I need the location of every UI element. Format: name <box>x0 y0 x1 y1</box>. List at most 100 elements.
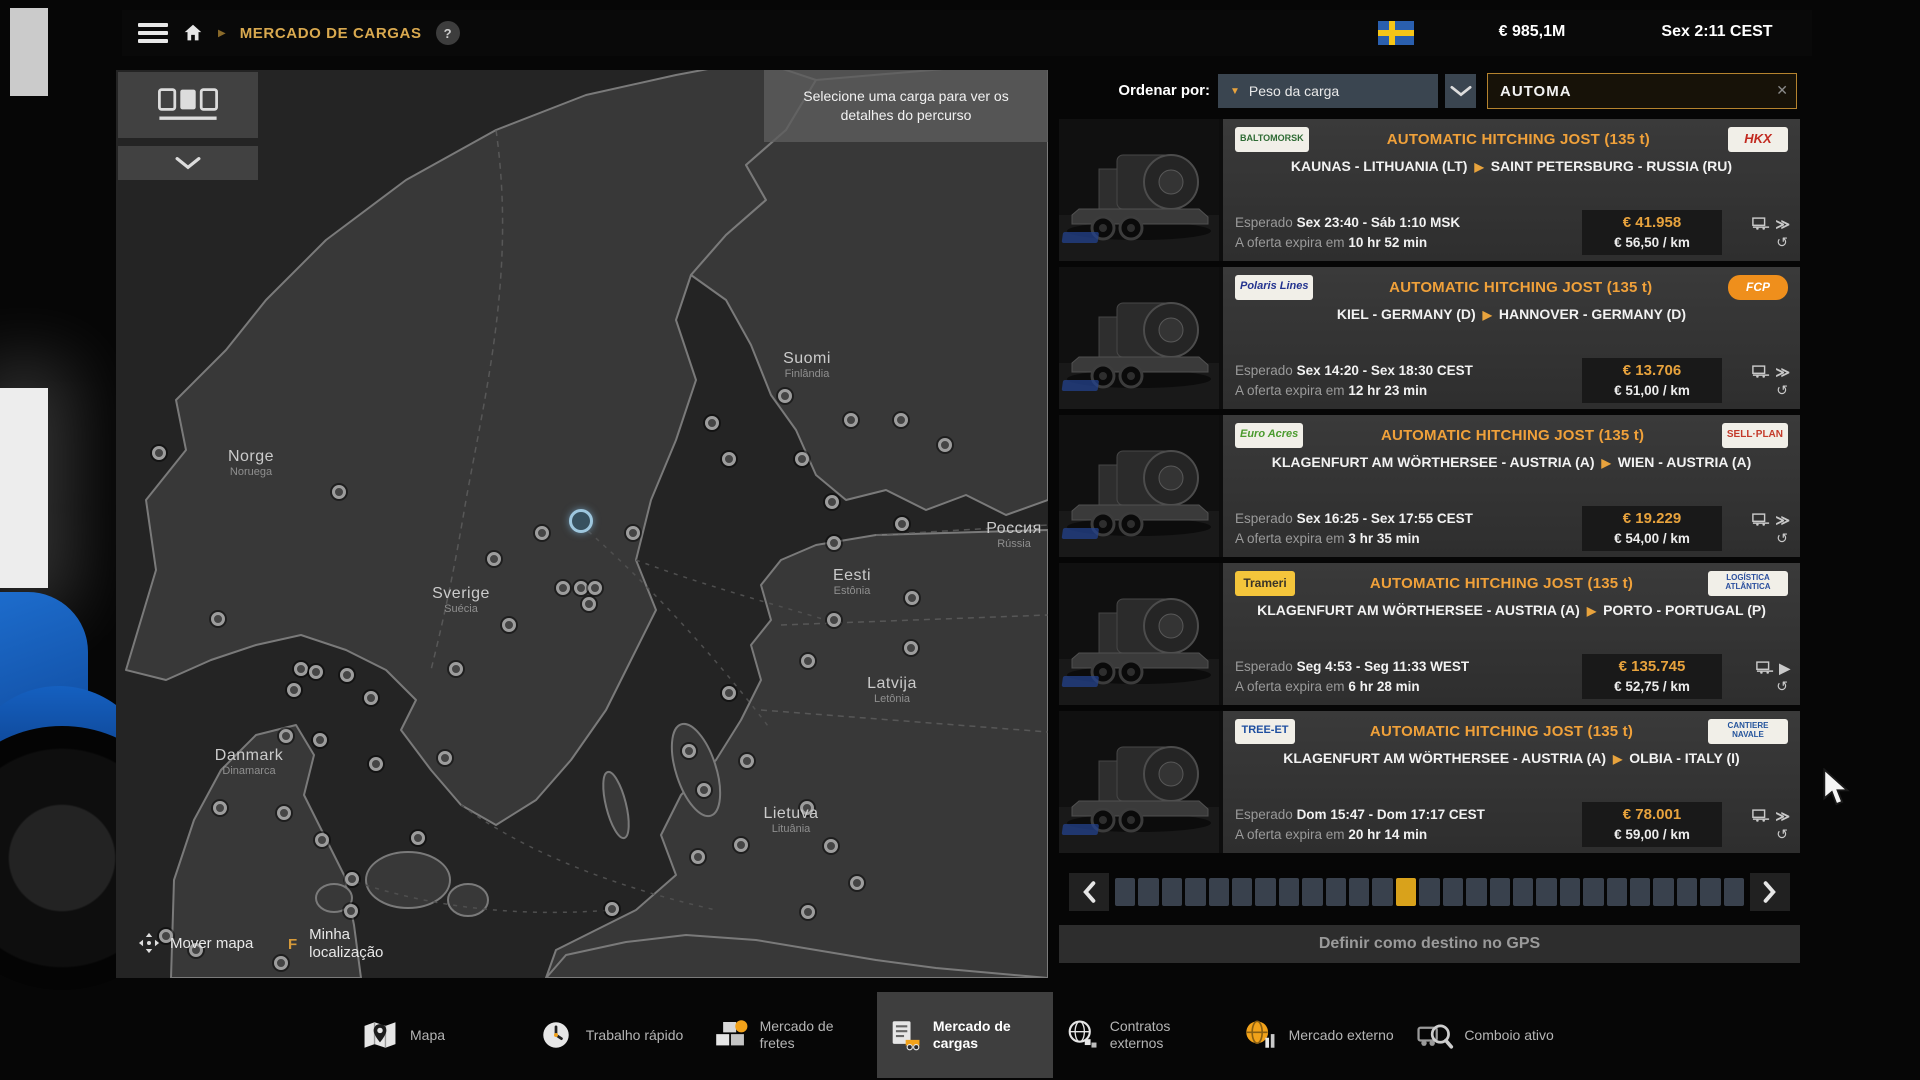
sort-dropdown[interactable]: ▼ Peso da carga <box>1218 74 1438 108</box>
page-square[interactable] <box>1560 878 1580 906</box>
page-square[interactable] <box>1326 878 1346 906</box>
previous-page-button[interactable] <box>1069 873 1109 911</box>
page-square[interactable] <box>1630 878 1650 906</box>
nav-item-map[interactable]: Mapa <box>350 992 526 1078</box>
city-marker[interactable] <box>801 905 815 919</box>
page-square[interactable] <box>1232 878 1252 906</box>
city-marker[interactable] <box>502 618 516 632</box>
city-marker[interactable] <box>287 683 301 697</box>
menu-icon[interactable] <box>138 23 168 43</box>
city-marker[interactable] <box>904 641 918 655</box>
city-marker[interactable] <box>691 850 705 864</box>
page-square[interactable] <box>1536 878 1556 906</box>
nav-item-cargo-market[interactable]: Mercado de cargas <box>877 992 1053 1078</box>
city-marker[interactable] <box>213 801 227 815</box>
city-marker[interactable] <box>152 446 166 460</box>
city-marker[interactable] <box>369 757 383 771</box>
page-square-active[interactable] <box>1396 878 1416 906</box>
city-marker[interactable] <box>800 801 814 815</box>
city-marker[interactable] <box>279 729 293 743</box>
city-marker[interactable] <box>905 591 919 605</box>
nav-item-external-contracts[interactable]: Contratos externos <box>1053 992 1229 1078</box>
page-square[interactable] <box>1138 878 1158 906</box>
city-marker[interactable] <box>582 597 596 611</box>
page-square[interactable] <box>1513 878 1533 906</box>
city-marker[interactable] <box>697 783 711 797</box>
cargo-card[interactable]: TREE-ET AUTOMATIC HITCHING JOST (135 t) … <box>1059 711 1800 853</box>
city-marker[interactable] <box>344 904 358 918</box>
city-marker[interactable] <box>740 754 754 768</box>
city-marker[interactable] <box>340 668 354 682</box>
page-square[interactable] <box>1466 878 1486 906</box>
city-marker[interactable] <box>722 452 736 466</box>
city-marker[interactable] <box>294 662 308 676</box>
nav-item-quick-job[interactable]: Trabalho rápido <box>526 992 702 1078</box>
city-marker[interactable] <box>411 831 425 845</box>
city-marker[interactable] <box>315 833 329 847</box>
page-square[interactable] <box>1302 878 1322 906</box>
search-input[interactable] <box>1487 73 1797 109</box>
page-square[interactable] <box>1162 878 1182 906</box>
city-marker[interactable] <box>449 662 463 676</box>
city-marker[interactable] <box>705 416 719 430</box>
city-marker[interactable] <box>313 733 327 747</box>
city-marker[interactable] <box>274 956 288 970</box>
city-marker[interactable] <box>211 612 225 626</box>
city-marker[interactable] <box>364 691 378 705</box>
city-marker[interactable] <box>824 839 838 853</box>
city-marker[interactable] <box>850 876 864 890</box>
sort-dropdown-chevron-button[interactable] <box>1445 74 1476 108</box>
page-square[interactable] <box>1115 878 1135 906</box>
city-marker[interactable] <box>844 413 858 427</box>
cargo-card[interactable]: Euro Acres AUTOMATIC HITCHING JOST (135 … <box>1059 415 1800 557</box>
city-marker[interactable] <box>795 452 809 466</box>
city-marker[interactable] <box>827 536 841 550</box>
city-marker[interactable] <box>722 686 736 700</box>
page-square[interactable] <box>1372 878 1392 906</box>
collapse-map-controls-button[interactable] <box>118 146 258 180</box>
page-square[interactable] <box>1490 878 1510 906</box>
trailer-overview-button[interactable] <box>118 72 258 138</box>
page-square[interactable] <box>1700 878 1720 906</box>
page-square[interactable] <box>1419 878 1439 906</box>
city-marker[interactable] <box>309 665 323 679</box>
city-marker[interactable] <box>801 654 815 668</box>
city-marker[interactable] <box>574 581 588 595</box>
city-marker[interactable] <box>938 438 952 452</box>
nav-item-external-market[interactable]: Mercado externo <box>1229 992 1405 1078</box>
city-marker[interactable] <box>605 902 619 916</box>
cargo-card[interactable]: Polaris Lines AUTOMATIC HITCHING JOST (1… <box>1059 267 1800 409</box>
help-button[interactable]: ? <box>436 21 460 45</box>
map-view[interactable]: NorgeNoruegaSverigeSuéciaSuomiFinlândiaE… <box>116 70 1048 978</box>
cargo-card[interactable]: Trameri AUTOMATIC HITCHING JOST (135 t) … <box>1059 563 1800 705</box>
home-icon[interactable] <box>182 22 204 44</box>
city-marker[interactable] <box>332 485 346 499</box>
city-marker[interactable] <box>345 872 359 886</box>
page-square[interactable] <box>1724 878 1744 906</box>
city-marker[interactable] <box>438 751 452 765</box>
city-marker[interactable] <box>825 495 839 509</box>
city-marker[interactable] <box>682 744 696 758</box>
page-square[interactable] <box>1443 878 1463 906</box>
page-square[interactable] <box>1677 878 1697 906</box>
next-page-button[interactable] <box>1750 873 1790 911</box>
city-marker[interactable] <box>556 581 570 595</box>
clear-search-icon[interactable]: ✕ <box>1776 82 1788 99</box>
city-marker[interactable] <box>894 413 908 427</box>
page-square[interactable] <box>1185 878 1205 906</box>
city-marker[interactable] <box>277 806 291 820</box>
page-square[interactable] <box>1583 878 1603 906</box>
page-square[interactable] <box>1255 878 1275 906</box>
city-marker[interactable] <box>487 552 501 566</box>
city-marker[interactable] <box>626 526 640 540</box>
page-square[interactable] <box>1209 878 1229 906</box>
city-marker[interactable] <box>535 526 549 540</box>
city-marker[interactable] <box>588 581 602 595</box>
nav-item-active-convoy[interactable]: Comboio ativo <box>1404 992 1580 1078</box>
cargo-card[interactable]: BALTOMORSK AUTOMATIC HITCHING JOST (135 … <box>1059 119 1800 261</box>
city-marker[interactable] <box>778 389 792 403</box>
page-square[interactable] <box>1607 878 1627 906</box>
nav-item-freight-market[interactable]: Mercado de fretes <box>701 992 877 1078</box>
set-gps-destination-button[interactable]: Definir como destino no GPS <box>1059 925 1800 963</box>
city-marker[interactable] <box>895 517 909 531</box>
